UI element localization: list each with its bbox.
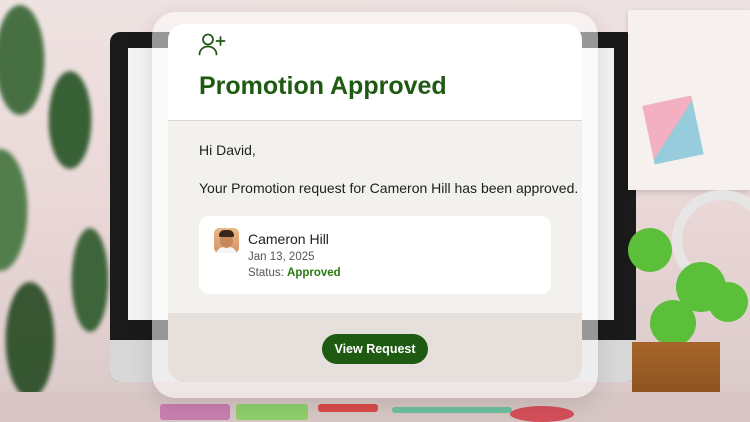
user-add-icon: [198, 33, 226, 56]
avatar-hair: [219, 230, 234, 237]
status-line: Status: Approved: [248, 267, 341, 279]
desk-item: [160, 404, 230, 420]
status-label: Status:: [248, 267, 284, 279]
email-header: Promotion Approved: [168, 24, 582, 121]
email-body: Hi David, Your Promotion request for Cam…: [168, 121, 582, 313]
desk-item: [392, 407, 512, 413]
email-footer: View Request: [168, 313, 582, 382]
desk-item: [318, 404, 378, 412]
cactus-pad: [628, 228, 672, 272]
desk-item: [236, 404, 308, 420]
employee-name: Cameron Hill: [248, 231, 329, 247]
greeting-text: Hi David,: [199, 142, 256, 158]
cactus-pad: [708, 282, 748, 322]
request-date: Jan 13, 2025: [248, 251, 315, 263]
desk-item: [510, 406, 574, 422]
cactus-pad: [650, 300, 696, 346]
view-request-button[interactable]: View Request: [322, 334, 428, 364]
email-title: Promotion Approved: [199, 72, 447, 100]
status-badge: Approved: [287, 267, 341, 279]
message-text: Your Promotion request for Cameron Hill …: [199, 180, 579, 196]
employee-card: Cameron Hill Jan 13, 2025 Status: Approv…: [199, 216, 551, 294]
email-card: Promotion Approved Hi David, Your Promot…: [168, 24, 582, 382]
avatar: [214, 228, 239, 253]
